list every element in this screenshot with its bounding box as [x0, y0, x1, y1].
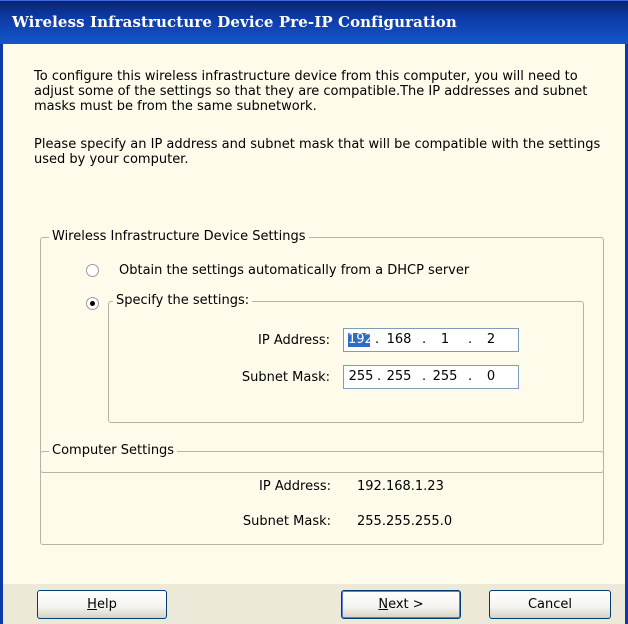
- ip-octet-3: 1: [440, 332, 450, 347]
- intro-paragraph-2: Please specify an IP address and subnet …: [34, 137, 601, 167]
- dialog-content: To configure this wireless infrastructur…: [0, 44, 628, 584]
- help-label: elp: [96, 597, 117, 612]
- ip-octet-4: 2: [486, 332, 496, 347]
- ip-octet-2: 168: [386, 332, 412, 347]
- computer-ip-label: IP Address:: [259, 479, 331, 494]
- mask-dot-2: .: [422, 369, 427, 384]
- mask-octet-2: 255: [386, 369, 412, 384]
- next-label: ext >: [388, 597, 424, 612]
- specify-option-label[interactable]: Specify the settings:: [113, 293, 253, 308]
- next-accelerator: N: [378, 597, 389, 612]
- computer-settings-group: Computer Settings IP Address: 192.168.1.…: [40, 443, 604, 545]
- ip-dot-2: .: [422, 332, 427, 347]
- device-mask-input[interactable]: 255 . 255 . 255 . 0: [343, 365, 519, 389]
- intro-paragraph-1: To configure this wireless infrastructur…: [34, 69, 588, 114]
- computer-mask-label: Subnet Mask:: [242, 514, 331, 529]
- help-accelerator: H: [87, 597, 97, 612]
- device-ip-label: IP Address:: [258, 333, 330, 348]
- device-settings-group: Wireless Infrastructure Device Settings …: [40, 229, 604, 473]
- dhcp-option-label[interactable]: Obtain the settings automatically from a…: [119, 263, 469, 278]
- ip-octet-1: 192: [348, 332, 373, 347]
- computer-mask-value: 255.255.255.0: [357, 514, 453, 529]
- device-settings-legend: Wireless Infrastructure Device Settings: [49, 229, 309, 244]
- specify-radio[interactable]: [86, 297, 99, 310]
- help-button[interactable]: Help: [37, 590, 167, 619]
- mask-octet-4: 0: [486, 369, 496, 384]
- cancel-button[interactable]: Cancel: [489, 590, 611, 619]
- ip-dot-1: .: [375, 332, 380, 347]
- ip-dot-3: .: [468, 332, 473, 347]
- button-bar: Help Next > Cancel: [0, 584, 628, 624]
- mask-dot-3: .: [468, 369, 473, 384]
- computer-settings-legend: Computer Settings: [49, 443, 178, 458]
- device-ip-input[interactable]: 192 . 168 . 1 . 2: [343, 328, 519, 352]
- title-bar[interactable]: Wireless Infrastructure Device Pre-IP Co…: [0, 0, 628, 44]
- next-button[interactable]: Next >: [341, 590, 461, 619]
- device-mask-label: Subnet Mask:: [241, 370, 330, 385]
- computer-ip-value: 192.168.1.23: [357, 479, 444, 494]
- dhcp-radio[interactable]: [86, 264, 99, 277]
- mask-octet-1: 255: [348, 369, 374, 384]
- specify-settings-group: Specify the settings: IP Address: 192 . …: [108, 293, 584, 423]
- window-title: Wireless Infrastructure Device Pre-IP Co…: [12, 13, 457, 31]
- mask-octet-3: 255: [432, 369, 458, 384]
- mask-dot-1: .: [377, 369, 382, 384]
